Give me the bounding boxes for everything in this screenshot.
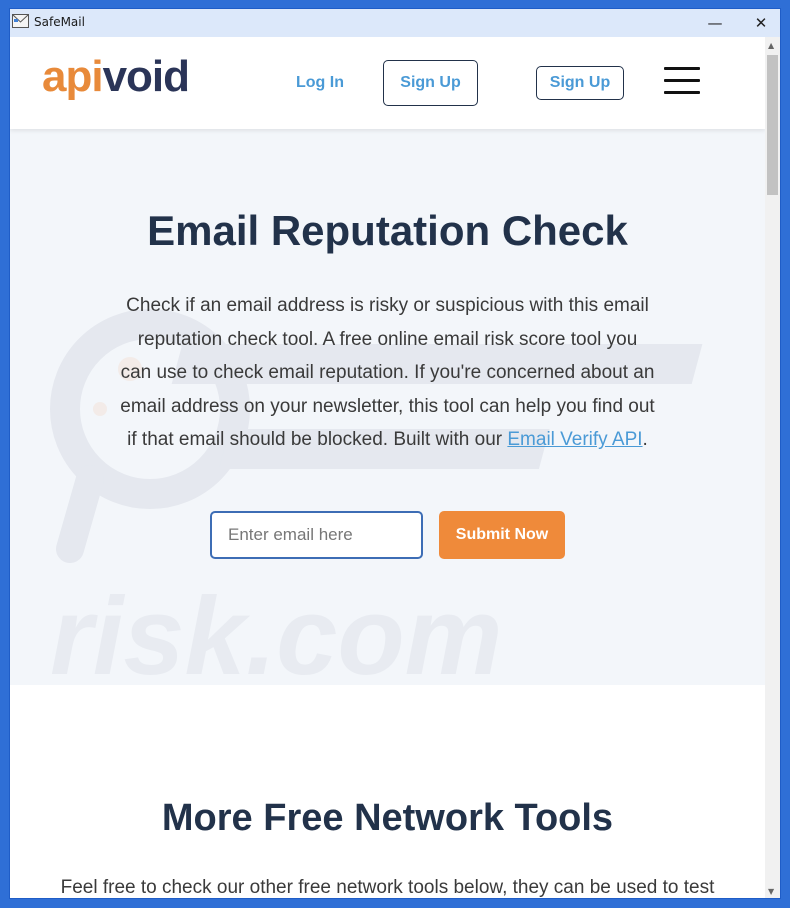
- login-link[interactable]: Log In: [296, 74, 344, 92]
- hero-description-end: .: [642, 429, 648, 451]
- submit-button[interactable]: Submit Now: [439, 511, 565, 559]
- close-button[interactable]: ✕: [741, 9, 780, 37]
- hero-description-text: Check if an email address is risky or su…: [120, 295, 655, 451]
- scroll-up-arrow-icon[interactable]: ▲: [768, 41, 774, 50]
- scroll-thumb[interactable]: [767, 55, 778, 195]
- email-input[interactable]: [210, 511, 423, 559]
- vertical-scrollbar[interactable]: ▲ ▼: [765, 37, 780, 898]
- scroll-down-arrow-icon[interactable]: ▼: [768, 887, 774, 896]
- email-verify-api-link[interactable]: Email Verify API: [507, 429, 642, 450]
- watermark-text: risk.com: [50, 575, 502, 685]
- logo-void-text: void: [102, 52, 190, 101]
- signup-button-secondary[interactable]: Sign Up: [536, 66, 624, 100]
- menu-bar-line: [664, 91, 700, 94]
- hamburger-menu-icon[interactable]: [664, 67, 702, 99]
- minimize-button[interactable]: —: [695, 9, 735, 37]
- hero-section: risk.com Email Reputation Check Check if…: [10, 129, 765, 685]
- hero-description: Check if an email address is risky or su…: [120, 289, 655, 457]
- more-tools-description: Feel free to check our other free networ…: [60, 877, 715, 898]
- page-viewport: apivoid Log In Sign Up Sign Up risk.com …: [10, 37, 765, 898]
- browser-window: SafeMail — ✕ apivoid Log In Sign Up Sign…: [9, 8, 781, 899]
- page-title: Email Reputation Check: [147, 207, 628, 254]
- window-title: SafeMail: [34, 15, 85, 29]
- menu-bar-line: [664, 67, 700, 70]
- signup-button-primary[interactable]: Sign Up: [383, 60, 478, 106]
- mail-icon: [12, 14, 29, 28]
- title-bar: SafeMail — ✕: [10, 9, 780, 37]
- apivoid-logo[interactable]: apivoid: [42, 52, 190, 101]
- logo-api-text: api: [42, 52, 104, 101]
- site-navbar: apivoid Log In Sign Up Sign Up: [10, 37, 765, 129]
- menu-bar-line: [664, 79, 700, 82]
- more-tools-heading: More Free Network Tools: [161, 797, 614, 839]
